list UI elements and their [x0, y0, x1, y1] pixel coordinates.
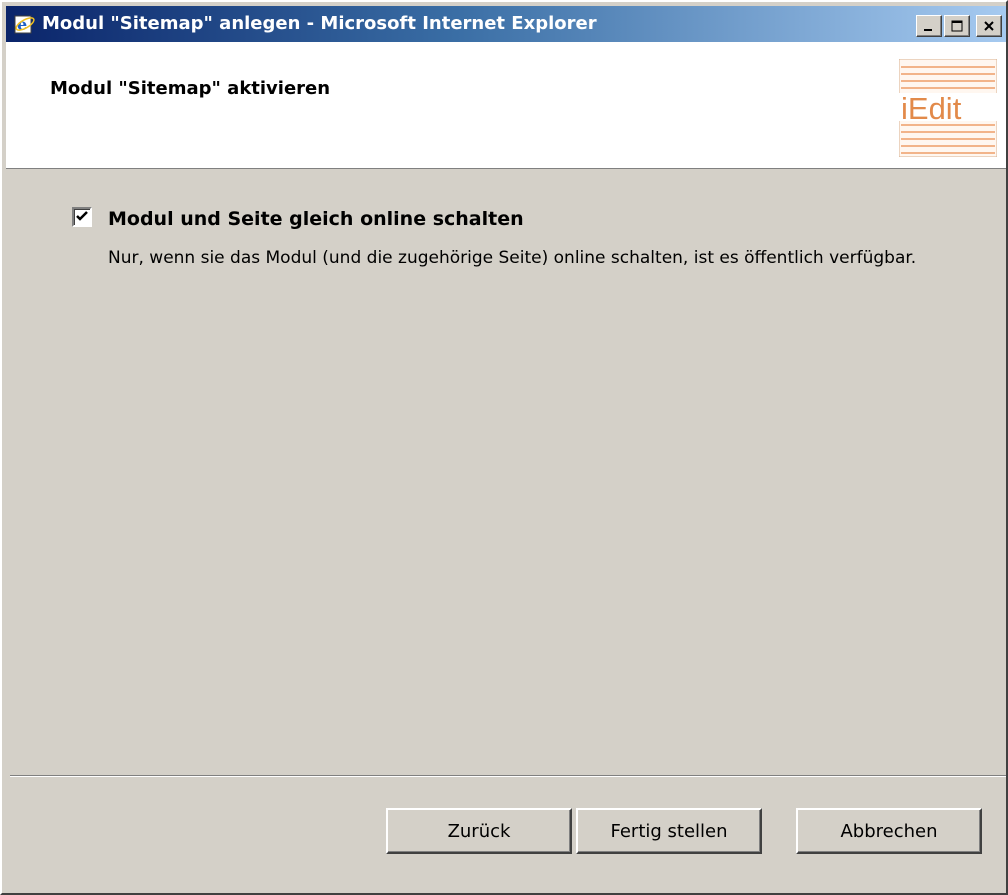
close-button[interactable] — [976, 15, 1002, 37]
title-bar[interactable]: e Modul "Sitemap" anlegen - Microsoft In… — [6, 6, 1006, 42]
wizard-content: Modul und Seite gleich online schalten N… — [6, 170, 1006, 775]
maximize-button[interactable] — [944, 15, 970, 37]
minimize-icon — [923, 17, 935, 36]
iedit-logo: iEdit — [898, 58, 998, 158]
finish-button[interactable]: Fertig stellen — [576, 808, 762, 854]
close-icon — [983, 17, 995, 36]
online-checkbox-label[interactable]: Modul und Seite gleich online schalten — [108, 208, 524, 230]
minimize-button[interactable] — [916, 15, 942, 37]
footer-divider — [10, 775, 1006, 777]
maximize-icon — [951, 17, 963, 36]
window-title: Modul "Sitemap" anlegen - Microsoft Inte… — [42, 13, 597, 34]
checkmark-icon — [75, 208, 89, 227]
internet-explorer-icon: e — [14, 13, 36, 35]
online-checkbox[interactable] — [72, 207, 92, 227]
dialog-window: e Modul "Sitemap" anlegen - Microsoft In… — [0, 0, 1008, 895]
logo-text: iEdit — [901, 91, 962, 126]
cancel-button[interactable]: Abbrechen — [796, 808, 982, 854]
wizard-header: Modul "Sitemap" aktivieren iEdit — [6, 42, 1006, 169]
online-checkbox-description: Nur, wenn sie das Modul (und die zugehör… — [108, 248, 917, 268]
back-button[interactable]: Zurück — [386, 808, 572, 854]
page-title: Modul "Sitemap" aktivieren — [50, 78, 331, 99]
